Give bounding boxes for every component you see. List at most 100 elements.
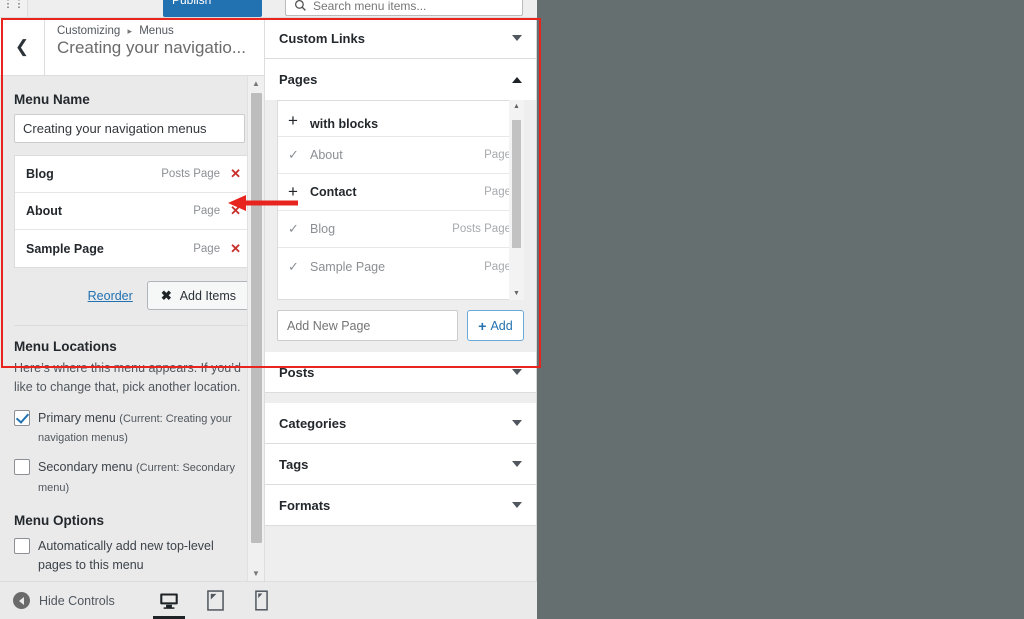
- check-icon: ✓: [288, 147, 299, 162]
- device-tablet-button[interactable]: [203, 586, 227, 616]
- menu-item-type: Posts Page: [161, 168, 221, 180]
- tablet-icon: [206, 590, 224, 611]
- accordion-title: Posts: [279, 364, 315, 380]
- menu-item-row[interactable]: Sample Page Page ✕: [15, 230, 249, 267]
- menu-item-row[interactable]: Blog Posts Page ✕: [15, 156, 249, 193]
- scrollbar-thumb[interactable]: [251, 93, 262, 543]
- plus-icon: +: [288, 111, 298, 130]
- search-menu-items-field[interactable]: Search menu items...: [285, 0, 523, 16]
- menu-locations-description: Here’s where this menu appears. If you’d…: [14, 361, 241, 394]
- available-page-type: Page: [484, 260, 511, 273]
- available-page-row[interactable]: + with blocks: [278, 101, 523, 137]
- available-page-type: Page: [484, 186, 511, 198]
- available-page-type: Posts Page: [452, 223, 511, 235]
- accordion-title: Tags: [279, 456, 309, 472]
- available-page-name: Contact: [310, 185, 357, 199]
- remove-menu-item-icon[interactable]: ✕: [230, 241, 241, 257]
- available-page-row[interactable]: + Contact Page: [278, 174, 523, 211]
- location-label: Secondary menu: [38, 460, 133, 475]
- plus-icon: +: [478, 317, 487, 334]
- breadcrumb: Customizing ▸ Menus: [57, 25, 246, 37]
- breadcrumb-section[interactable]: Menus: [139, 25, 174, 37]
- menu-item-name: Sample Page: [26, 241, 104, 256]
- divider: [14, 325, 250, 326]
- sidebar-body: Menu Name Blog Posts Page ✕ About Page ✕…: [0, 92, 264, 576]
- accordion-custom-links[interactable]: Custom Links: [265, 18, 536, 59]
- accordion-title: Pages: [279, 72, 318, 87]
- search-placeholder: Search menu items...: [313, 0, 427, 13]
- mobile-icon: [254, 590, 268, 611]
- location-label: Primary menu: [38, 410, 116, 425]
- pages-list-scrollbar[interactable]: ▲ ▼: [509, 100, 524, 300]
- scroll-down-arrow-icon[interactable]: ▼: [509, 287, 524, 300]
- available-page-type: Page: [484, 149, 511, 161]
- publish-label: Publish: [172, 0, 212, 7]
- site-preview: THE EASY GUIDE TO USING EASYWP Just anot…: [537, 0, 1024, 619]
- chevron-down-icon: [512, 35, 522, 41]
- close-x-icon: ✖: [160, 287, 172, 303]
- menu-item-type: Page: [193, 242, 221, 255]
- available-page-name: About: [310, 148, 343, 162]
- sidebar-header: ❮ Customizing ▸ Menus Creating your navi…: [0, 18, 264, 76]
- customizer-sidebar: ❮ Customizing ▸ Menus Creating your navi…: [0, 18, 265, 581]
- hide-controls-label: Hide Controls: [39, 593, 115, 608]
- spacer: [265, 393, 536, 403]
- accordion-title: Formats: [279, 497, 331, 513]
- location-secondary-label: Secondary menu (Current: Secondary menu): [38, 458, 250, 497]
- pages-section-body: + with blocks ✓ About Page + Contact Pag…: [265, 100, 536, 300]
- add-items-label: Add Items: [179, 288, 236, 303]
- sidebar-scrollbar[interactable]: ▲ ▼: [247, 76, 264, 581]
- scroll-up-arrow-icon[interactable]: ▲: [248, 76, 264, 91]
- customizer-screen: THE EASY GUIDE TO USING EASYWP Just anot…: [0, 0, 1024, 619]
- chevron-left-icon[interactable]: ❮: [0, 18, 45, 75]
- search-icon: [294, 0, 306, 11]
- scrollbar-thumb[interactable]: [512, 120, 521, 248]
- remove-menu-item-icon[interactable]: ✕: [230, 203, 241, 219]
- hide-controls-button[interactable]: Hide Controls: [0, 592, 115, 609]
- accordion-formats[interactable]: Formats: [265, 485, 536, 526]
- accordion-tags[interactable]: Tags: [265, 444, 536, 485]
- menu-item-name: About: [26, 204, 63, 218]
- plus-icon: +: [288, 182, 298, 201]
- collapse-arrow-icon: [13, 592, 30, 609]
- scroll-down-arrow-icon[interactable]: ▼: [248, 566, 264, 581]
- breadcrumb-root[interactable]: Customizing: [57, 25, 120, 37]
- chevron-up-icon: [512, 76, 522, 83]
- accordion-title: Categories: [279, 415, 347, 431]
- accordion-title: Custom Links: [279, 30, 365, 46]
- menu-options-heading: Menu Options: [14, 513, 104, 528]
- device-desktop-button[interactable]: [153, 586, 185, 619]
- add-new-page-input[interactable]: [277, 310, 458, 341]
- chevron-down-icon: [512, 420, 522, 426]
- menu-name-input[interactable]: [14, 114, 245, 143]
- location-primary-menu[interactable]: Primary menu (Current: Creating your nav…: [14, 409, 250, 448]
- available-page-row[interactable]: ✓ Sample Page Page: [278, 248, 523, 285]
- available-page-row[interactable]: ✓ About Page: [278, 137, 523, 174]
- location-secondary-menu[interactable]: Secondary menu (Current: Secondary menu): [14, 458, 250, 497]
- reorder-link[interactable]: Reorder: [88, 289, 133, 303]
- menu-item-row[interactable]: About Page ✕: [15, 193, 249, 230]
- checkbox-checked-icon[interactable]: [14, 409, 30, 426]
- accordion-posts[interactable]: Posts: [265, 352, 536, 393]
- device-mobile-button[interactable]: [249, 586, 273, 616]
- chevron-down-icon: [512, 461, 522, 467]
- menu-item-actions: Reorder ✖ Add Items: [14, 281, 250, 310]
- accordion-pages[interactable]: Pages: [265, 59, 536, 100]
- available-pages-list: + with blocks ✓ About Page + Contact Pag…: [277, 100, 524, 300]
- publish-button[interactable]: Publish: [163, 0, 262, 17]
- scroll-up-arrow-icon[interactable]: ▲: [509, 100, 524, 113]
- add-items-button[interactable]: ✖ Add Items: [146, 281, 250, 310]
- accordion-categories[interactable]: Categories: [265, 403, 536, 444]
- checkbox-unchecked-icon[interactable]: [14, 538, 30, 554]
- available-page-name: Blog: [310, 222, 336, 236]
- add-page-button[interactable]: + Add: [467, 310, 524, 341]
- available-page-name: Sample Page: [310, 259, 386, 274]
- collapse-icon[interactable]: ⋮⋮: [0, 0, 28, 17]
- breadcrumb-separator-icon: ▸: [127, 26, 133, 36]
- available-page-row[interactable]: ✓ Blog Posts Page: [278, 211, 523, 248]
- customizer-topbar: ⋮⋮ Publish Search menu items...: [0, 0, 537, 18]
- remove-menu-item-icon[interactable]: ✕: [230, 166, 241, 182]
- checkbox-unchecked-icon[interactable]: [14, 459, 30, 476]
- available-page-name: with blocks: [310, 117, 379, 131]
- auto-add-pages-option[interactable]: Automatically add new top-level pages to…: [14, 537, 250, 576]
